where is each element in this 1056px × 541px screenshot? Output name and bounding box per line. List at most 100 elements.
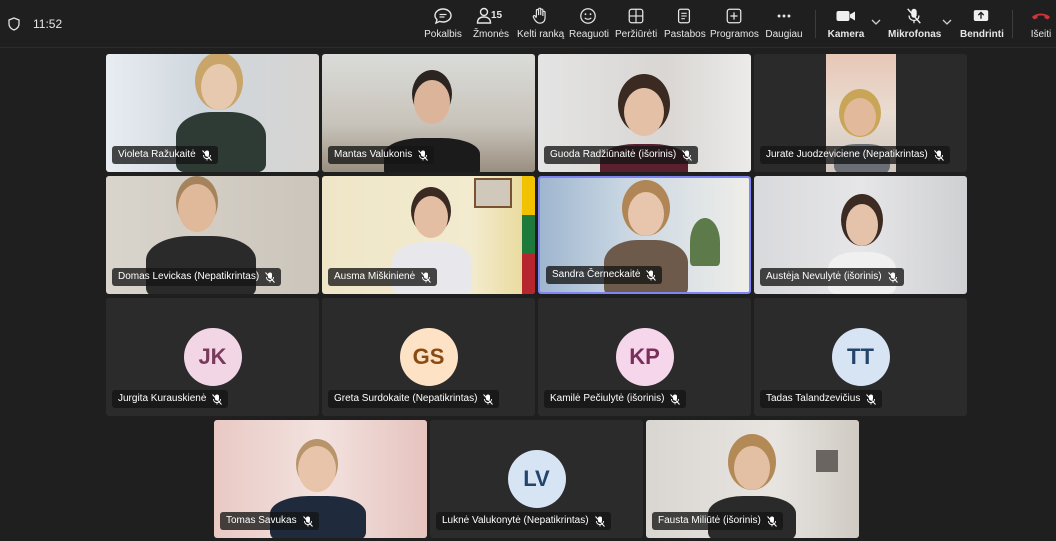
participant-name: Tadas Talandzevičius xyxy=(766,393,861,404)
participant-name-tag: Luknė Valukonytė (Nepatikrintas) xyxy=(436,512,611,530)
participant-name-tag: Tomas Savukas xyxy=(220,512,319,530)
participant-tile[interactable]: KP Kamilė Pečiulytė (išorinis) xyxy=(538,298,751,416)
share-button[interactable]: Bendrinti xyxy=(960,7,1004,43)
participant-tile[interactable]: Austėja Nevulytė (išorinis) xyxy=(754,176,967,294)
participant-name-tag: Ausma Miškinienė xyxy=(328,268,438,286)
mic-muted-icon xyxy=(670,393,681,405)
people-label: Žmonės xyxy=(472,29,510,40)
participant-name: Tomas Savukas xyxy=(226,515,297,526)
camera-label: Kamera xyxy=(827,29,865,40)
shield-icon xyxy=(8,17,20,31)
mic-off-icon xyxy=(907,8,921,24)
more-icon xyxy=(777,14,791,18)
participant-name-tag: Mantas Valukonis xyxy=(328,146,435,164)
participant-name-tag: Kamilė Pečiulytė (išorinis) xyxy=(544,390,687,408)
view-button[interactable]: Peržiūrėti xyxy=(615,7,657,43)
camera-button[interactable]: Kamera xyxy=(826,7,866,43)
participant-name: Jurgita Kurauskienė xyxy=(118,393,207,404)
participant-name-tag: Greta Surdokaite (Nepatikrintas) xyxy=(328,390,500,408)
participant-tile[interactable]: Mantas Valukonis xyxy=(322,54,535,172)
chat-label: Pokalbis xyxy=(424,29,462,40)
chat-icon xyxy=(434,8,452,25)
participant-tile[interactable]: JK Jurgita Kurauskienė xyxy=(106,298,319,416)
participant-name: Violeta Ražukaitė xyxy=(118,149,196,160)
participant-name: Fausta Miliūtė (išorinis) xyxy=(658,515,761,526)
mic-muted-icon xyxy=(682,149,693,161)
raise-hand-label: Kelti ranką xyxy=(517,29,565,40)
microphone-button[interactable]: Mikrofonas xyxy=(888,7,942,43)
participant-tile[interactable]: Tomas Savukas xyxy=(214,420,427,538)
mic-muted-icon xyxy=(933,149,944,161)
smiley-icon xyxy=(580,8,596,24)
chevron-down-icon[interactable] xyxy=(871,18,881,26)
toolbar-divider xyxy=(1012,10,1013,38)
leave-button[interactable]: Išeiti xyxy=(1026,7,1056,43)
raise-hand-icon xyxy=(532,7,546,24)
mic-muted-icon xyxy=(421,271,432,283)
participant-name: Domas Levickas (Nepatikrintas) xyxy=(118,271,260,282)
participant-name: Ausma Miškinienė xyxy=(334,271,416,282)
participant-tile[interactable]: Violeta Ražukaitė xyxy=(106,54,319,172)
participant-name-tag: Guoda Radžiūnaitė (išorinis) xyxy=(544,146,699,164)
apps-label: Programos xyxy=(710,29,759,40)
share-screen-icon xyxy=(973,10,989,21)
chat-button[interactable]: Pokalbis xyxy=(424,7,462,43)
leave-label: Išeiti xyxy=(1030,29,1052,40)
participant-name: Luknė Valukonytė (Nepatikrintas) xyxy=(442,515,589,526)
meeting-toolbar: 11:52 Pokalbis 15 Žmonės Kelti ranką Rea… xyxy=(0,0,1056,48)
participant-name: Mantas Valukonis xyxy=(334,149,413,160)
meeting-timer: 11:52 xyxy=(33,17,63,31)
participant-name-tag: Tadas Talandzevičius xyxy=(760,390,883,408)
participant-name: Guoda Radžiūnaitė (išorinis) xyxy=(550,149,677,160)
toolbar-divider xyxy=(815,10,816,38)
participant-name: Kamilė Pečiulytė (išorinis) xyxy=(550,393,665,404)
share-label: Bendrinti xyxy=(960,29,1004,40)
avatar: GS xyxy=(399,328,458,386)
raise-hand-button[interactable]: Kelti ranką xyxy=(517,7,565,43)
grid-view-icon xyxy=(628,8,644,24)
react-button[interactable]: Reaguoti xyxy=(569,7,610,43)
avatar: JK xyxy=(183,328,242,386)
people-count: 15 xyxy=(491,10,503,21)
view-label: Peržiūrėti xyxy=(615,29,658,40)
avatar: TT xyxy=(831,328,890,386)
camera-icon xyxy=(836,11,855,21)
participant-name-tag: Jurate Juodzeviciene (Nepatikrintas) xyxy=(760,146,950,164)
mic-muted-icon xyxy=(887,271,898,283)
avatar: LV xyxy=(507,450,566,508)
participant-name: Sandra Černeckaitė xyxy=(552,269,641,280)
hang-up-icon xyxy=(1032,13,1050,20)
react-label: Reaguoti xyxy=(569,29,610,40)
participant-name-tag: Sandra Černeckaitė xyxy=(546,266,663,284)
participant-tile[interactable]: Domas Levickas (Nepatikrintas) xyxy=(106,176,319,294)
participant-tile[interactable]: Ausma Miškinienė xyxy=(322,176,535,294)
participant-name: Austėja Nevulytė (išorinis) xyxy=(766,271,882,282)
participant-tile[interactable]: TT Tadas Talandzevičius xyxy=(754,298,967,416)
participant-tile[interactable]: Guoda Radžiūnaitė (išorinis) xyxy=(538,54,751,172)
people-button[interactable]: 15 Žmonės xyxy=(471,7,511,43)
apps-button[interactable]: Programos xyxy=(710,7,759,43)
mic-muted-icon xyxy=(646,269,657,281)
participant-tile[interactable]: Jurate Juodzeviciene (Nepatikrintas) xyxy=(754,54,967,172)
participant-tile[interactable]: Fausta Miliūtė (išorinis) xyxy=(646,420,859,538)
participant-name: Greta Surdokaite (Nepatikrintas) xyxy=(334,393,478,404)
participant-name-tag: Violeta Ražukaitė xyxy=(112,146,218,164)
participant-tile[interactable]: GS Greta Surdokaite (Nepatikrintas) xyxy=(322,298,535,416)
participant-tile-active-speaker[interactable]: Sandra Černeckaitė xyxy=(538,176,751,294)
participant-name-tag: Austėja Nevulytė (išorinis) xyxy=(760,268,904,286)
participant-tile[interactable]: LV Luknė Valukonytė (Nepatikrintas) xyxy=(430,420,643,538)
mic-muted-icon xyxy=(483,393,494,405)
participant-name: Jurate Juodzeviciene (Nepatikrintas) xyxy=(766,149,928,160)
more-button[interactable]: Daugiau xyxy=(764,7,804,43)
chevron-down-icon[interactable] xyxy=(942,18,952,26)
mic-muted-icon xyxy=(212,393,223,405)
mic-muted-icon xyxy=(766,515,777,527)
participant-name-tag: Domas Levickas (Nepatikrintas) xyxy=(112,268,282,286)
mic-muted-icon xyxy=(594,515,605,527)
microphone-label: Mikrofonas xyxy=(888,29,942,40)
participant-name-tag: Fausta Miliūtė (išorinis) xyxy=(652,512,783,530)
notes-icon xyxy=(677,8,691,24)
avatar: KP xyxy=(615,328,674,386)
participant-name-tag: Jurgita Kurauskienė xyxy=(112,390,229,408)
notes-button[interactable]: Pastabos xyxy=(664,7,706,43)
